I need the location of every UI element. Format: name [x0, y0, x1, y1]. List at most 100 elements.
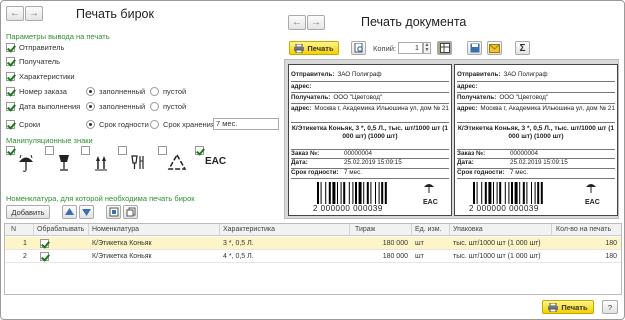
- barcode-bar: [476, 182, 478, 204]
- barcode-bar: [496, 182, 498, 204]
- doc-print-button[interactable]: Печать: [289, 41, 339, 55]
- col-characteristic[interactable]: Характеристика: [223, 226, 275, 233]
- eac-icon: EAC: [423, 199, 438, 206]
- arrow-down-icon: [82, 209, 91, 216]
- process-checkbox[interactable]: [40, 239, 49, 248]
- copy-icon: [126, 207, 135, 217]
- radio-storage-term[interactable]: Срок хранения: [150, 118, 215, 130]
- section-nomenclature: Номенклатура, для которой необходима печ…: [6, 194, 195, 203]
- sign-recycle-checkbox[interactable]: [158, 146, 167, 155]
- checkbox[interactable]: [6, 86, 15, 96]
- list-select-icon: [109, 207, 118, 217]
- barcode-bar: [504, 182, 506, 204]
- print-button[interactable]: Печать: [542, 300, 594, 314]
- col-process[interactable]: Обрабатывать: [37, 226, 84, 233]
- sign-eac-checkbox[interactable]: [195, 146, 204, 155]
- sign-umbrella-checkbox[interactable]: [6, 146, 15, 155]
- barcode: [317, 182, 387, 204]
- barcode-bar: [332, 182, 336, 204]
- barcode-bar: [328, 182, 331, 204]
- checkbox[interactable]: [6, 42, 15, 52]
- copies-spinner[interactable]: ▲ ▼: [423, 42, 431, 54]
- option-order-number[interactable]: Номер заказа: [6, 85, 67, 97]
- option-terms[interactable]: Сроки: [6, 118, 40, 130]
- barcode-bar: [519, 182, 521, 204]
- eac-icon: EAC: [205, 156, 227, 167]
- copies-field[interactable]: 1: [398, 42, 423, 54]
- nomenclature-table[interactable]: N Обрабатывать Номенклатура Характеристи…: [4, 223, 622, 295]
- section-handling-signs: Манипуляционные знаки: [6, 136, 93, 145]
- barcode-bar: [366, 182, 369, 204]
- sum-button[interactable]: Σ: [515, 41, 530, 55]
- food-grade-icon: [131, 155, 144, 169]
- tag-product: К/Этикетка Коньяк, 3 *, 0,5 Л., тыс. шт/…: [457, 125, 615, 140]
- barcode-bar: [317, 182, 319, 204]
- email-button[interactable]: [487, 41, 502, 55]
- radio-order-empty[interactable]: пустой: [150, 85, 186, 97]
- sign-up-checkbox[interactable]: [81, 146, 90, 155]
- barcode-bar: [375, 182, 376, 204]
- barcode-bar: [378, 182, 380, 204]
- barcode-bar: [522, 182, 525, 204]
- checkbox[interactable]: [6, 101, 15, 111]
- sigma-icon: Σ: [519, 42, 526, 54]
- barcode-bar: [363, 182, 365, 204]
- table-header: N Обрабатывать Номенклатура Характеристи…: [5, 224, 621, 236]
- barcode-bar: [488, 182, 492, 204]
- doc-back-button[interactable]: ←: [288, 15, 306, 30]
- checkbox[interactable]: [6, 56, 15, 66]
- help-button[interactable]: ?: [602, 300, 618, 314]
- barcode-bar: [348, 182, 350, 204]
- barcode-bar: [526, 182, 528, 204]
- col-nomenclature[interactable]: Номенклатура: [92, 226, 139, 233]
- window-title: Печать бирок: [76, 7, 154, 21]
- recycle-icon: [167, 153, 187, 170]
- barcode-bar: [320, 182, 322, 204]
- barcode-bar: [537, 182, 540, 204]
- preview-icon: [354, 43, 363, 53]
- table-row[interactable]: 2 К/Этикетка Коньяк 4 *, 0,5 Л. 180 000 …: [5, 250, 621, 263]
- option-characteristics[interactable]: Характеристики: [6, 70, 75, 82]
- edit-mode-button[interactable]: [437, 41, 452, 55]
- col-quantity[interactable]: Тираж: [355, 226, 375, 233]
- col-n[interactable]: N: [11, 226, 16, 233]
- radio-shelf-life[interactable]: Срок годности: [86, 118, 149, 130]
- umbrella-icon: [424, 184, 434, 193]
- col-package[interactable]: Упаковка: [453, 226, 483, 233]
- option-completion-date[interactable]: Дата выполнения: [6, 100, 80, 112]
- tag-card: Отправитель: ЗАО Полиграф адрес: Получате…: [288, 64, 452, 216]
- sign-fragile-checkbox[interactable]: [45, 146, 54, 155]
- save-icon: [470, 43, 479, 53]
- checkbox[interactable]: [6, 71, 15, 81]
- checkbox[interactable]: [6, 119, 15, 129]
- sign-food-checkbox[interactable]: [118, 146, 127, 155]
- barcode-bar: [484, 182, 487, 204]
- barcode-bar: [481, 182, 483, 204]
- process-checkbox[interactable]: [40, 252, 49, 261]
- section-print-params: Параметры вывода на печать: [6, 32, 110, 41]
- barcode-bar: [508, 182, 510, 204]
- fragile-glass-icon: [59, 155, 69, 171]
- barcode-bar: [473, 182, 475, 204]
- add-button[interactable]: Добавить: [6, 205, 50, 219]
- copy-button[interactable]: [123, 205, 138, 219]
- document-preview[interactable]: Отправитель: ЗАО Полиграф адрес: Получате…: [284, 59, 619, 219]
- option-recipient[interactable]: Получатель: [6, 55, 60, 67]
- doc-forward-button[interactable]: →: [307, 15, 325, 30]
- col-print-qty[interactable]: Кол-во на печать: [556, 226, 611, 233]
- barcode-bar: [337, 182, 338, 204]
- radio-date-filled[interactable]: заполненный: [86, 100, 145, 112]
- col-unit[interactable]: Ед. изм.: [415, 226, 442, 233]
- table-row[interactable]: 1 К/Этикетка Коньяк 3 *, 0,5 Л. 180 000 …: [5, 237, 621, 250]
- move-up-button[interactable]: [62, 205, 77, 219]
- forward-button[interactable]: →: [25, 6, 43, 21]
- preview-button[interactable]: [351, 41, 366, 55]
- storage-term-field[interactable]: 7 мес.: [213, 118, 279, 130]
- select-button[interactable]: [106, 205, 121, 219]
- radio-date-empty[interactable]: пустой: [150, 100, 186, 112]
- move-down-button[interactable]: [79, 205, 94, 219]
- back-button[interactable]: ←: [6, 6, 24, 21]
- option-sender[interactable]: Отправитель: [6, 41, 64, 53]
- save-button[interactable]: [467, 41, 482, 55]
- radio-order-filled[interactable]: заполненный: [86, 85, 145, 97]
